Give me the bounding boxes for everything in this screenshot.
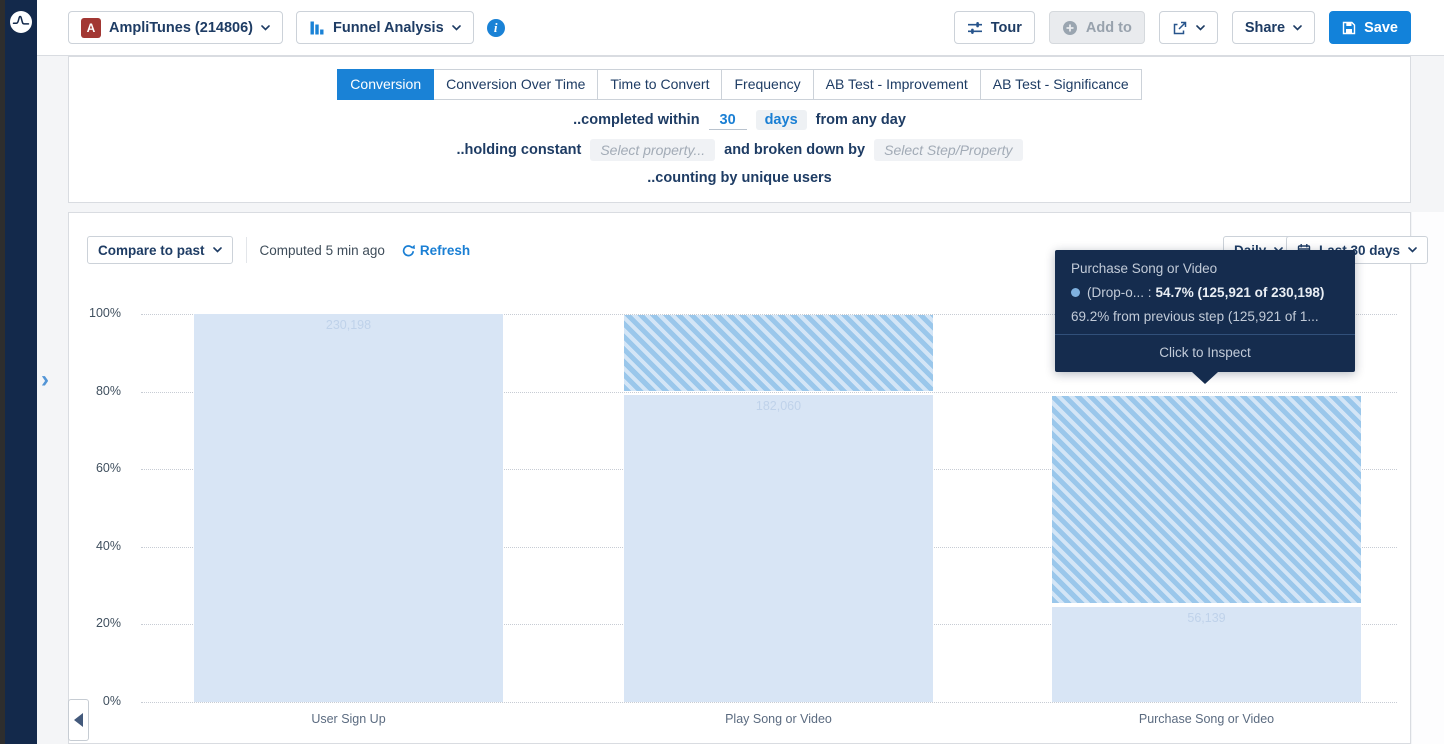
org-badge: A [81, 18, 101, 38]
funnel-bar-converted[interactable]: 182,060 [624, 395, 933, 702]
counting-by-label: ..counting by unique users [647, 170, 832, 186]
info-icon[interactable]: i [487, 19, 505, 37]
y-axis-tick: 40% [69, 539, 121, 553]
chevron-down-icon [261, 25, 270, 31]
funnel-bar-converted[interactable]: 230,198 [194, 314, 503, 702]
export-icon [1172, 20, 1188, 36]
x-axis-label: User Sign Up [194, 712, 503, 726]
tour-button[interactable]: Tour [954, 11, 1035, 44]
funnel-bar-dropoff[interactable] [624, 315, 933, 391]
tooltip-subtext: 69.2% from previous step (125,921 of 1..… [1071, 309, 1339, 324]
tab-ab-test-improvement[interactable]: AB Test - Improvement [813, 69, 981, 100]
right-gutter [1412, 212, 1444, 744]
project-selector[interactable]: A AmpliTunes (214806) [68, 11, 283, 44]
divider [246, 237, 247, 263]
conversion-window-input[interactable]: 30 [709, 111, 747, 130]
save-floppy-icon [1342, 21, 1356, 35]
share-button[interactable]: Share [1232, 11, 1315, 44]
y-axis-tick: 20% [69, 616, 121, 630]
panel-expand-chevron[interactable]: › [41, 368, 49, 392]
top-toolbar: A AmpliTunes (214806) Funnel Analysis i … [37, 0, 1444, 56]
amplitude-logo-icon[interactable] [10, 11, 32, 33]
broken-down-by-label: and broken down by [724, 142, 865, 158]
tooltip-series-label: (Drop-o... : [1087, 285, 1152, 300]
bar-value-label: 56,139 [1052, 611, 1361, 625]
nav-sidebar [5, 0, 37, 744]
holding-constant-label: ..holding constant [456, 142, 581, 158]
chevron-down-icon [1293, 25, 1302, 31]
tooltip-value: 54.7% (125,921 of 230,198) [1156, 285, 1325, 300]
broken-down-by-select[interactable]: Select Step/Property [874, 139, 1022, 161]
scroll-left-button[interactable] [68, 699, 89, 741]
query-builder-panel: ConversionConversion Over TimeTime to Co… [68, 56, 1411, 203]
bar-value-label: 230,198 [194, 318, 503, 332]
chart-tooltip[interactable]: Purchase Song or Video (Drop-o... : 54.7… [1055, 250, 1355, 372]
x-axis-label: Purchase Song or Video [1052, 712, 1361, 726]
holding-constant-select[interactable]: Select property... [590, 139, 715, 161]
tab-ab-test-significance[interactable]: AB Test - Significance [980, 69, 1142, 100]
funnel-chart-icon [309, 20, 325, 36]
tooltip-arrow [1192, 372, 1218, 384]
chevron-down-icon [452, 25, 461, 31]
tab-time-to-convert[interactable]: Time to Convert [597, 69, 722, 100]
left-triangle-icon [74, 713, 83, 727]
series-bullet-icon [1071, 288, 1080, 297]
add-to-button[interactable]: Add to [1049, 11, 1145, 44]
analysis-type-selector[interactable]: Funnel Analysis [296, 11, 474, 44]
chevron-down-icon [213, 247, 222, 253]
tune-sliders-icon [967, 20, 983, 36]
project-name: AmpliTunes (214806) [109, 20, 253, 36]
tooltip-cta[interactable]: Click to Inspect [1055, 334, 1355, 372]
conversion-window-unit[interactable]: days [756, 110, 807, 130]
tab-conversion-over-time[interactable]: Conversion Over Time [433, 69, 598, 100]
x-axis-label: Play Song or Video [624, 712, 933, 726]
refresh-icon [402, 244, 415, 257]
completed-within-label: ..completed within [573, 112, 699, 128]
save-button[interactable]: Save [1329, 11, 1411, 44]
refresh-link[interactable]: Refresh [402, 243, 470, 258]
y-axis-tick: 80% [69, 384, 121, 398]
bar-value-label: 182,060 [624, 399, 933, 413]
computed-timestamp: Computed 5 min ago [260, 243, 385, 258]
tab-bar: ConversionConversion Over TimeTime to Co… [69, 69, 1410, 100]
chevron-down-icon [1196, 25, 1205, 31]
tab-frequency[interactable]: Frequency [721, 69, 813, 100]
funnel-bar-dropoff[interactable] [1052, 396, 1361, 603]
tooltip-title: Purchase Song or Video [1071, 261, 1339, 276]
chevron-down-icon [1408, 247, 1417, 253]
gridline [141, 702, 1397, 703]
y-axis-tick: 60% [69, 461, 121, 475]
analysis-type-label: Funnel Analysis [333, 20, 444, 36]
export-button[interactable] [1159, 11, 1218, 44]
plus-circle-icon [1062, 20, 1078, 36]
compare-to-past-button[interactable]: Compare to past [87, 236, 233, 264]
from-any-day-label: from any day [816, 112, 906, 128]
funnel-bar-converted[interactable]: 56,139 [1052, 607, 1361, 702]
tab-conversion[interactable]: Conversion [337, 69, 434, 100]
y-axis-tick: 100% [69, 306, 121, 320]
